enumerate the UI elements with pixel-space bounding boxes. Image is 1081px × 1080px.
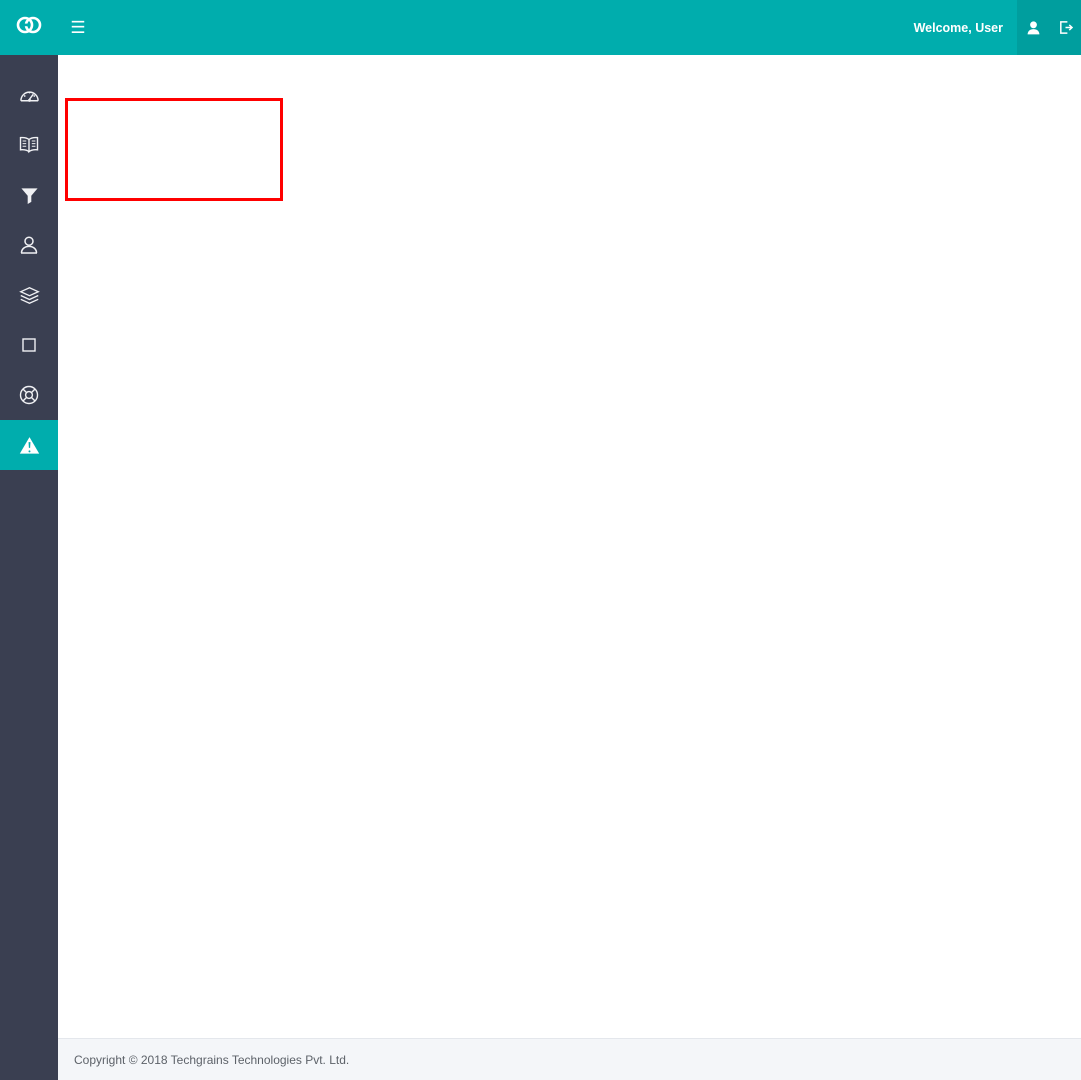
page-sheet xyxy=(58,55,1081,1038)
sidebar-item-layers[interactable] xyxy=(0,270,58,320)
filter-funnel-icon xyxy=(20,186,39,205)
sidebar-nav xyxy=(0,55,58,1080)
dashboard-speedometer-icon xyxy=(19,85,40,105)
app-root: ☰ Welcome, User Name Copyright © 2018 Te… xyxy=(0,0,1081,1080)
go-logo-icon xyxy=(16,16,42,39)
page-footer: Copyright © 2018 Techgrains Technologies… xyxy=(58,1038,1081,1080)
sidebar-item-support[interactable] xyxy=(0,370,58,420)
layers-icon xyxy=(18,286,40,305)
square-icon xyxy=(22,338,36,352)
sidebar-item-library[interactable] xyxy=(0,120,58,170)
logout-icon[interactable] xyxy=(1049,0,1081,55)
user-icon xyxy=(19,235,39,255)
top-navbar: ☰ Welcome, User xyxy=(0,0,1081,55)
app-logo[interactable] xyxy=(0,0,58,55)
lifebuoy-support-icon xyxy=(19,385,39,405)
sidebar-top-spacer xyxy=(0,55,58,70)
sidebar-item-dashboard[interactable] xyxy=(0,70,58,120)
book-icon xyxy=(18,135,40,155)
sidebar-item-filters[interactable] xyxy=(0,170,58,220)
alert-warning-icon xyxy=(19,436,40,455)
hamburger-menu-icon[interactable]: ☰ xyxy=(58,0,98,55)
copyright-text: Copyright © 2018 Techgrains Technologies… xyxy=(74,1052,350,1067)
user-icon[interactable] xyxy=(1017,0,1049,55)
sidebar-item-notifications[interactable] xyxy=(0,420,58,470)
welcome-text: Welcome, User xyxy=(913,20,1003,35)
sidebar-item-users[interactable] xyxy=(0,220,58,270)
sidebar-item-square[interactable] xyxy=(0,320,58,370)
